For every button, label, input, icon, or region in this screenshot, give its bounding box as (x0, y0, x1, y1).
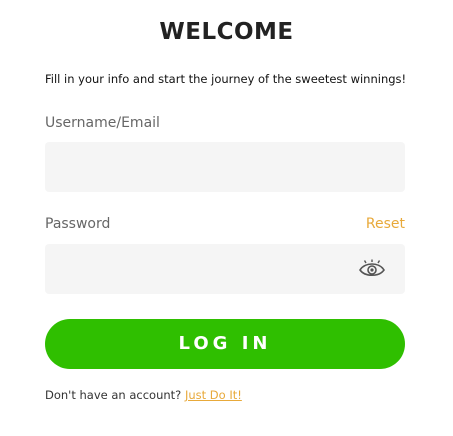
reset-password-link[interactable]: Reset (366, 216, 405, 232)
page-title: WELCOME (159, 19, 294, 45)
login-panel: WELCOME Fill in your info and start the … (0, 0, 453, 436)
signup-prompt-text: Don't have an account? (45, 388, 182, 402)
login-button[interactable]: LOG IN (45, 319, 405, 369)
password-label: Password (45, 216, 111, 232)
password-input[interactable] (45, 244, 405, 294)
eye-icon[interactable] (358, 259, 386, 279)
signup-link[interactable]: Just Do It! (185, 388, 242, 402)
signup-prompt: Don't have an account? Just Do It! (45, 388, 242, 402)
username-label: Username/Email (45, 115, 160, 131)
username-input[interactable] (45, 142, 405, 192)
page-subtitle: Fill in your info and start the journey … (45, 72, 407, 86)
